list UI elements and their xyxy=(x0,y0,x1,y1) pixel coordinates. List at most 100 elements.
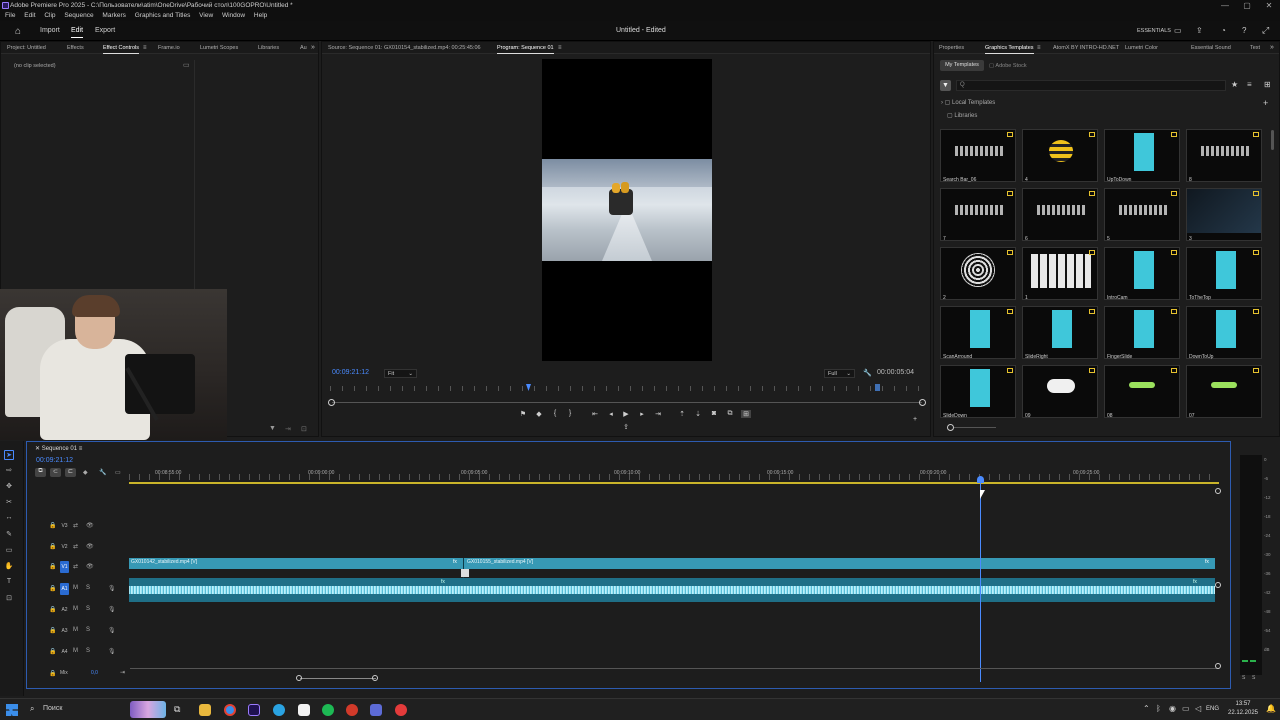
language-indicator[interactable]: ENG xyxy=(1206,706,1219,712)
solo-button[interactable]: S xyxy=(86,648,90,654)
audio-clip-track[interactable] xyxy=(129,578,1215,602)
template-search-input[interactable]: Q xyxy=(956,80,1226,91)
sequence-tab[interactable]: ✕ Sequence 01 ≡ xyxy=(35,445,82,452)
tab-properties[interactable]: Properties xyxy=(939,45,964,51)
track-label[interactable]: A2 xyxy=(60,604,69,616)
selection-tool-icon[interactable]: ➤ xyxy=(4,450,14,460)
tab-text[interactable]: Text xyxy=(1250,45,1260,51)
audio-scroll-handle[interactable] xyxy=(1215,582,1221,588)
resolution-dropdown[interactable]: Full ⌄ xyxy=(824,369,855,378)
minimize-button[interactable]: — xyxy=(1214,0,1236,11)
tab-effect-controls[interactable]: Effect Controls xyxy=(103,45,139,54)
snap-icon[interactable]: ⊂ xyxy=(50,468,61,477)
new-folder-icon[interactable]: ⊞ xyxy=(1264,80,1271,89)
playhead-line[interactable] xyxy=(980,476,981,682)
tab-edit[interactable]: Edit xyxy=(71,27,84,38)
tab-project[interactable]: Project: Untitled xyxy=(7,45,46,51)
rectangle-tool-icon[interactable]: ▭ xyxy=(4,546,14,556)
tab-lumetri-color[interactable]: Lumetri Color xyxy=(1125,45,1158,51)
add-template-icon[interactable]: + xyxy=(1263,98,1268,108)
search-highlight-image[interactable] xyxy=(130,701,166,718)
template-thumb[interactable]: ToTheTop xyxy=(1186,247,1262,301)
clock-date[interactable]: 22.12.2025 xyxy=(1227,710,1259,716)
vertical-scroll-handle[interactable] xyxy=(1215,488,1221,494)
fit-dropdown[interactable]: Fit ⌄ xyxy=(384,369,417,378)
caption-tool-icon[interactable]: ⊡ xyxy=(4,594,14,604)
notes-icon[interactable] xyxy=(298,704,310,716)
linked-selection-icon[interactable]: ⊏ xyxy=(65,468,76,477)
menu-help[interactable]: Help xyxy=(254,12,267,19)
sync-lock-icon[interactable]: ⇄ xyxy=(73,543,78,550)
panel-menu-icon[interactable]: ≡ xyxy=(143,45,147,51)
tab-export[interactable]: Export xyxy=(95,27,115,34)
template-thumb[interactable]: 2 xyxy=(940,247,1016,301)
tray-volume-icon[interactable]: ◁ xyxy=(1195,704,1201,713)
template-thumb[interactable]: UpToDown xyxy=(1104,129,1180,183)
obs-record-icon[interactable] xyxy=(346,704,358,716)
comparison-view-icon[interactable]: ⧉ xyxy=(725,410,735,418)
track-lock-icon[interactable]: 🔒 xyxy=(49,648,56,655)
transition-icon[interactable] xyxy=(461,569,469,577)
tab-audio[interactable]: Au xyxy=(300,45,307,51)
tray-chevron-up-icon[interactable]: ⌃ xyxy=(1143,704,1150,713)
template-thumb[interactable]: IntroCam xyxy=(1104,247,1180,301)
button-editor-add-icon[interactable]: + xyxy=(910,416,920,423)
captions-icon[interactable]: ▭ xyxy=(115,469,121,476)
more-tabs-icon[interactable]: » xyxy=(1270,44,1274,51)
type-tool-icon[interactable]: T xyxy=(4,578,14,588)
toggle-output-eye-icon[interactable]: 👁 xyxy=(86,522,94,529)
tree-item-local-templates[interactable]: › ▢ Local Templates xyxy=(941,99,995,106)
add-marker-icon[interactable]: ◆ xyxy=(534,410,544,418)
horizontal-zoom-scrollbar[interactable] xyxy=(300,678,376,679)
hscroll-right-handle[interactable] xyxy=(372,675,378,681)
play-icon[interactable]: ▶ xyxy=(621,410,631,418)
notifications-icon[interactable]: ◔ xyxy=(1221,26,1226,35)
telegram-icon[interactable] xyxy=(273,704,285,716)
track-label[interactable]: V3 xyxy=(60,520,69,532)
premiere-taskbar-icon[interactable] xyxy=(248,704,260,716)
list-view-icon[interactable]: ≡ xyxy=(1247,80,1252,89)
template-thumb[interactable]: 08 xyxy=(1104,365,1180,419)
marker-icon[interactable]: ⚑ xyxy=(518,410,528,418)
mix-lock-icon[interactable]: 🔒 xyxy=(49,670,56,677)
tab-libraries[interactable]: Libraries xyxy=(258,45,279,51)
taskbar-search-input[interactable]: Поиск xyxy=(43,705,62,712)
toggle-output-eye-icon[interactable]: 👁 xyxy=(86,543,94,550)
toggle-timeline-icon[interactable]: ▭ xyxy=(183,61,190,69)
template-thumb[interactable]: 7 xyxy=(940,188,1016,242)
program-menu-icon[interactable]: ≡ xyxy=(558,45,562,51)
discord-icon[interactable] xyxy=(370,704,382,716)
template-thumb[interactable]: Search Bar_06 xyxy=(940,129,1016,183)
lift-icon[interactable]: ⇡ xyxy=(677,410,687,418)
tab-graphics-templates[interactable]: Graphics Templates xyxy=(985,45,1034,54)
track-label[interactable]: V2 xyxy=(60,541,69,553)
file-explorer-icon[interactable] xyxy=(199,704,211,716)
tree-item-libraries[interactable]: ▢ Libraries xyxy=(947,112,977,119)
template-thumb[interactable]: ScanArround xyxy=(940,306,1016,360)
notification-bell-icon[interactable]: 🔔 xyxy=(1266,704,1276,713)
filter-icon[interactable]: ▼ xyxy=(940,80,951,91)
solo-button[interactable]: S xyxy=(86,606,90,612)
fullscreen-icon[interactable]: ⤢ xyxy=(1262,25,1269,36)
thumb-size-slider[interactable] xyxy=(954,427,996,428)
settings-wrench-icon[interactable]: 🔧 xyxy=(863,369,872,377)
go-to-out-icon[interactable]: ⇥ xyxy=(653,410,663,418)
track-lock-icon[interactable]: 🔒 xyxy=(49,563,56,570)
solo-right-button[interactable]: S xyxy=(1252,675,1255,681)
track-label[interactable]: A3 xyxy=(60,625,69,637)
step-forward-icon[interactable]: ▸ xyxy=(637,410,647,418)
workspaces-menu[interactable]: ESSENTIALS xyxy=(1137,28,1171,34)
nest-icon[interactable]: ⧉ xyxy=(35,468,46,477)
menu-view[interactable]: View xyxy=(199,12,213,19)
menu-clip[interactable]: Clip xyxy=(44,12,55,19)
tray-bluetooth-icon[interactable]: ᛒ xyxy=(1156,704,1161,713)
menu-file[interactable]: File xyxy=(5,12,15,19)
voiceover-mic-icon[interactable]: 🎙 xyxy=(108,648,116,655)
export-frame-icon[interactable]: ◙ xyxy=(709,410,719,417)
template-thumb[interactable]: 5 xyxy=(1104,188,1180,242)
search-icon[interactable]: ⌕ xyxy=(30,704,34,714)
grid-scrollbar[interactable] xyxy=(1271,130,1274,150)
solo-button[interactable]: S xyxy=(86,585,90,591)
slip-tool-icon[interactable]: ↔ xyxy=(4,514,14,524)
bottom-scroll-handle[interactable] xyxy=(1215,663,1221,669)
